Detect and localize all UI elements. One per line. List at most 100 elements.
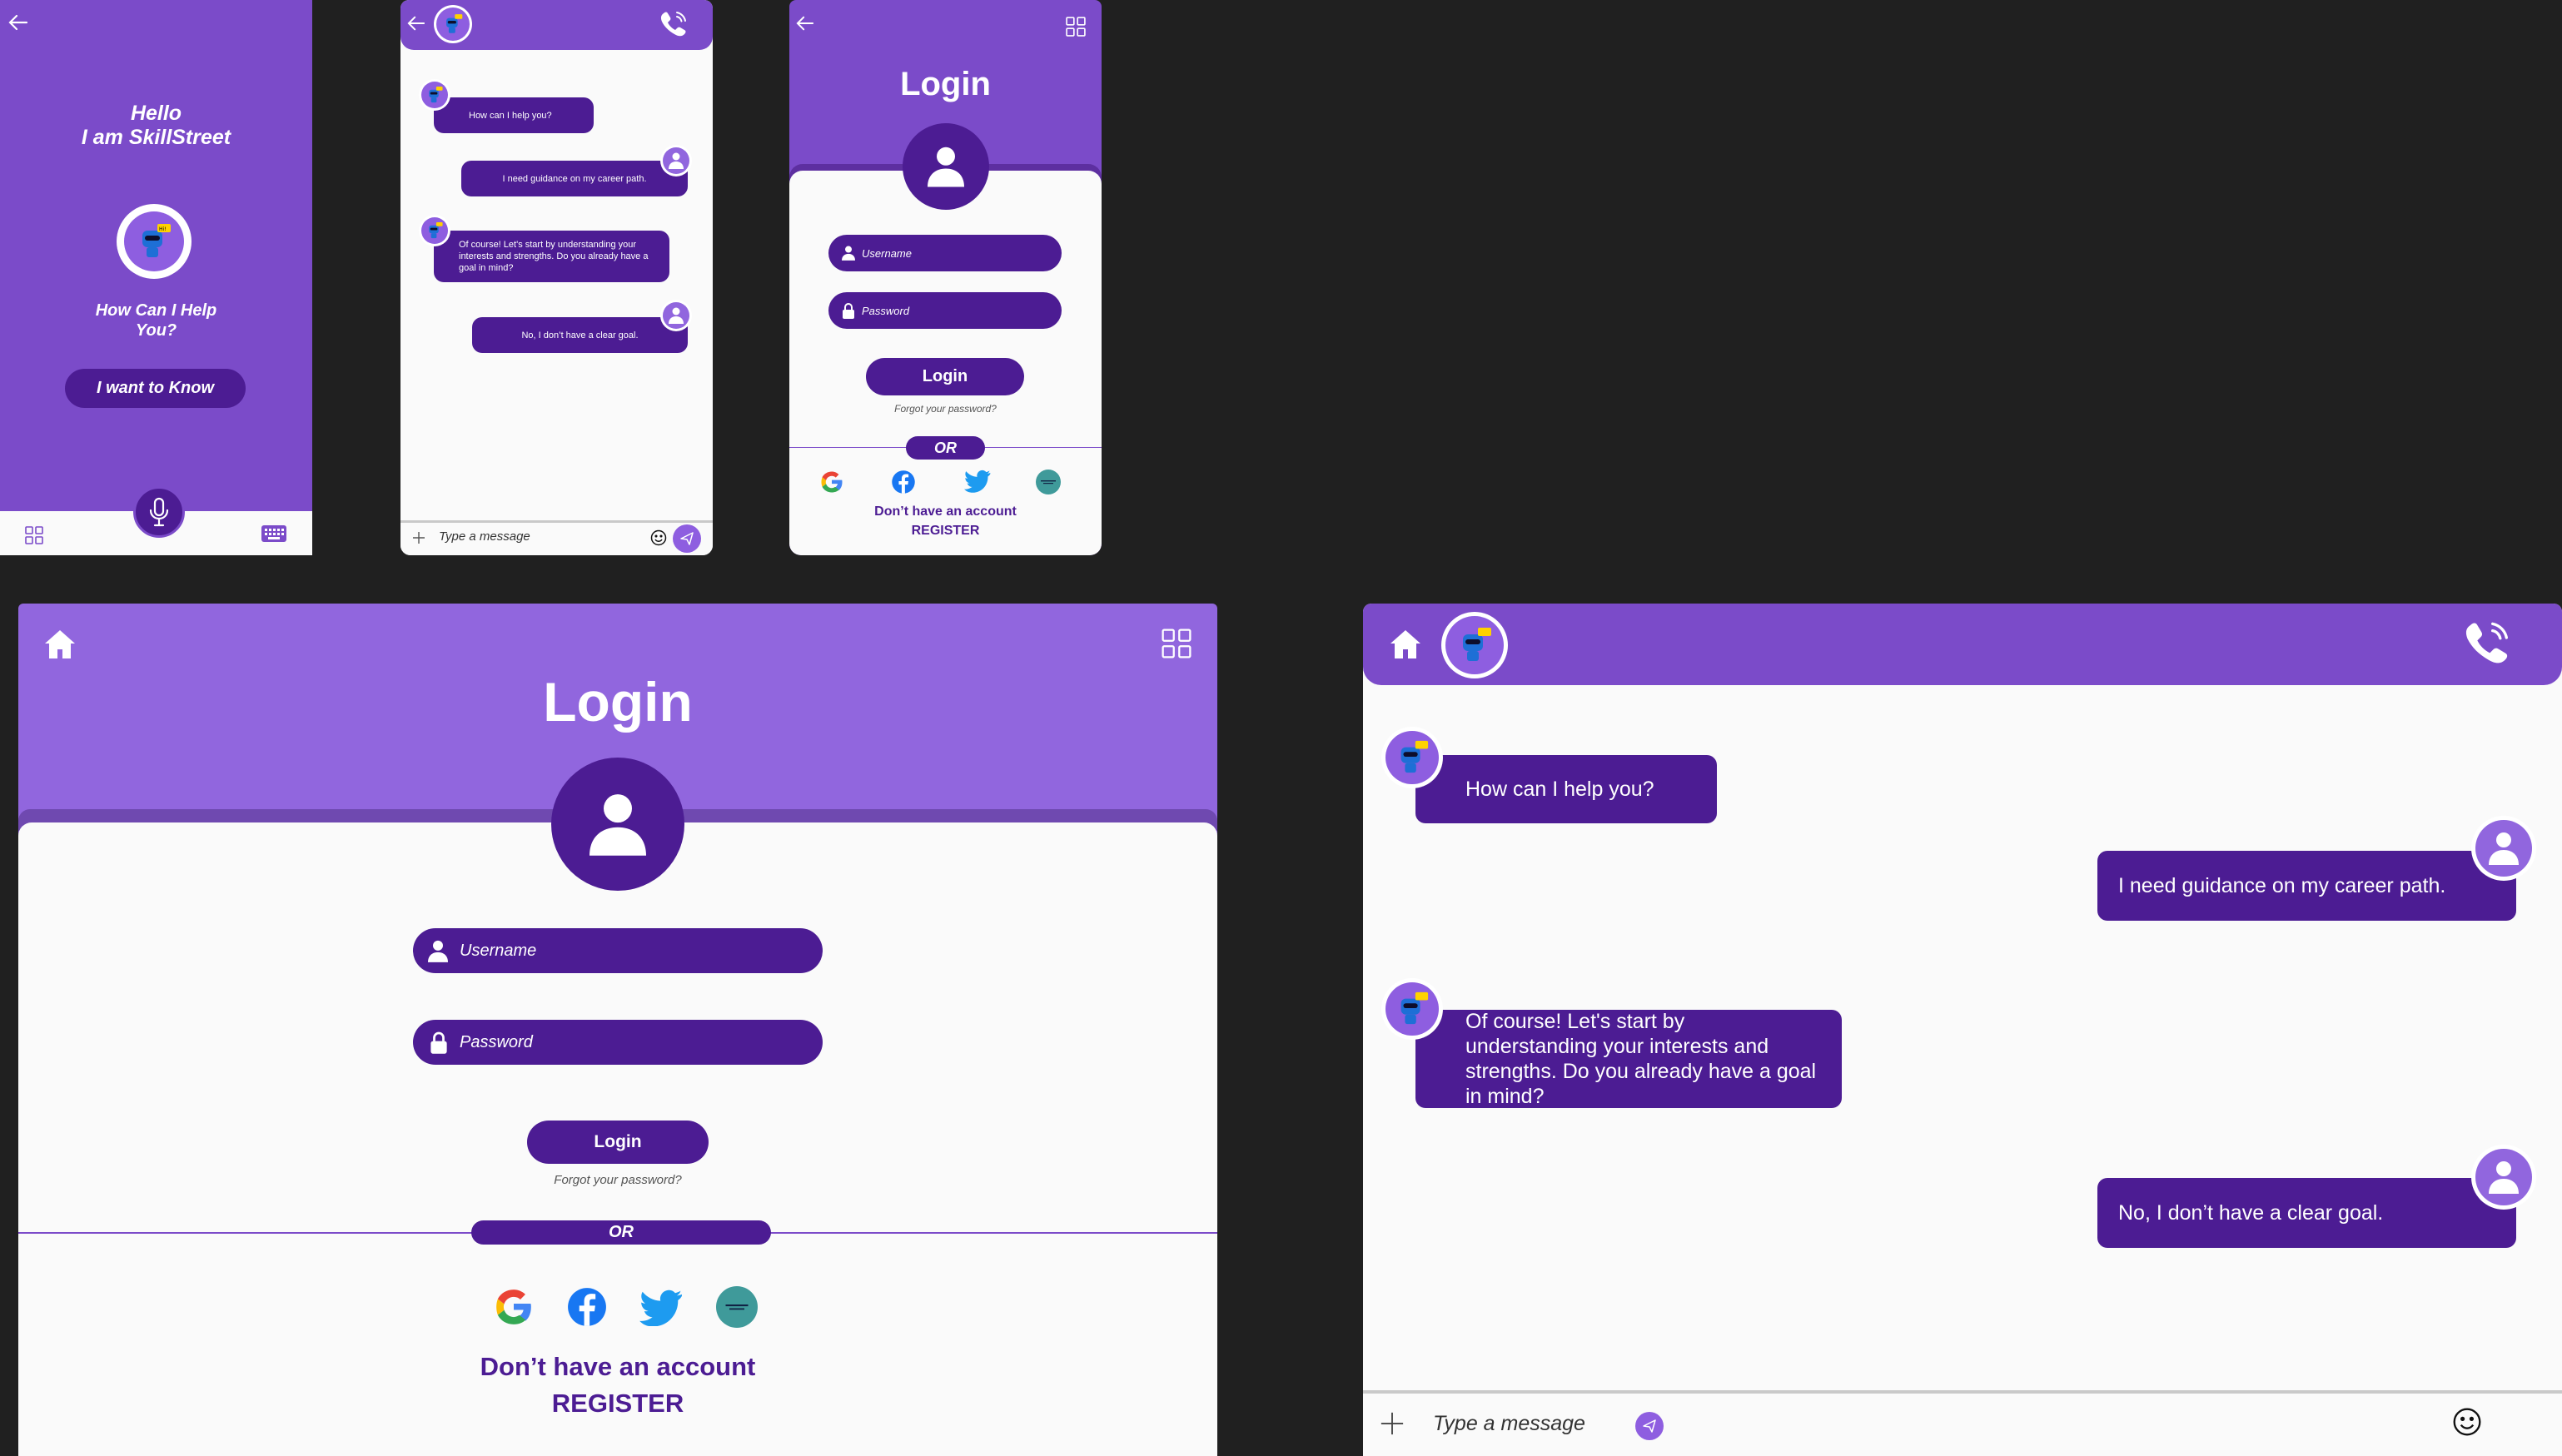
send-button[interactable] <box>673 524 701 553</box>
phone-call-icon[interactable] <box>659 10 689 37</box>
bot-avatar <box>1381 978 1443 1040</box>
bot-avatar <box>419 215 450 246</box>
skillstreet-icon[interactable] <box>1036 470 1061 494</box>
forgot-password-link[interactable]: Forgot your password? <box>18 1173 1217 1187</box>
profile-avatar <box>551 758 684 891</box>
lock-icon <box>842 302 855 319</box>
message-bubble-user: I need guidance on my career path. <box>2097 851 2516 921</box>
microphone-icon <box>148 497 170 527</box>
home-icon[interactable] <box>1388 629 1423 660</box>
skillstreet-icon[interactable] <box>716 1286 758 1328</box>
twitter-icon[interactable] <box>639 1290 683 1326</box>
message-bubble-bot: How can I help you? <box>1415 755 1717 823</box>
user-avatar <box>2471 816 2536 881</box>
robot-icon <box>1445 616 1504 674</box>
lock-icon <box>430 1031 448 1054</box>
password-placeholder: Password <box>460 1032 533 1051</box>
login-screen-desktop: Login Username Password Login Forgot you… <box>18 604 1217 1456</box>
twitter-icon[interactable] <box>964 470 991 493</box>
robot-icon: Hi! <box>124 211 184 271</box>
facebook-icon[interactable] <box>566 1286 608 1328</box>
robot-icon <box>421 217 448 244</box>
welcome-screen: Hello I am SkillStreet Hi! How Can I Hel… <box>0 0 312 555</box>
user-icon <box>2475 820 2532 877</box>
login-screen-mobile: Login Username Password Login Forgot you… <box>789 0 1102 555</box>
no-account-text: Don’t have an account <box>874 504 1017 519</box>
chat-header <box>1363 604 2562 685</box>
login-title: Login <box>543 671 693 733</box>
grid-icon[interactable] <box>1162 629 1191 658</box>
register-link[interactable]: REGISTER <box>18 1385 1217 1422</box>
back-arrow-icon[interactable] <box>407 15 425 32</box>
help-line-1: How Can I Help <box>95 301 217 320</box>
plus-icon[interactable] <box>412 531 425 544</box>
or-label: OR <box>906 436 985 460</box>
message-bubble-bot: Of course! Let's start by understanding … <box>434 231 669 282</box>
profile-avatar <box>903 123 989 210</box>
user-icon <box>663 302 689 329</box>
message-bubble-bot: How can I help you? <box>434 97 594 133</box>
back-arrow-icon[interactable] <box>796 15 814 32</box>
keyboard-icon[interactable] <box>261 525 286 542</box>
chat-header <box>400 0 713 50</box>
password-field[interactable]: Password <box>413 1020 823 1065</box>
user-icon <box>842 246 855 261</box>
send-button[interactable] <box>1635 1412 1664 1440</box>
bot-avatar <box>1381 727 1443 788</box>
home-icon[interactable] <box>43 629 77 660</box>
svg-text:Hi!: Hi! <box>159 226 167 232</box>
password-placeholder: Password <box>862 304 910 317</box>
robot-avatar <box>1441 612 1508 678</box>
grid-icon[interactable] <box>25 526 43 544</box>
user-icon <box>428 940 448 962</box>
robot-icon <box>1385 731 1439 784</box>
login-button[interactable]: Login <box>527 1121 709 1164</box>
help-prompt: How Can I Help You? <box>0 301 312 340</box>
robot-icon <box>1385 982 1439 1036</box>
message-bubble-user: I need guidance on my career path. <box>461 161 688 196</box>
greeting: Hello I am SkillStreet <box>0 102 312 150</box>
user-avatar <box>2471 1145 2536 1210</box>
help-line-2: You? <box>135 321 177 340</box>
message-input[interactable]: Type a message <box>1433 1412 1585 1436</box>
greeting-line-1: Hello <box>130 102 182 125</box>
greeting-line-2: I am SkillStreet <box>81 126 231 149</box>
message-bubble-user: No, I don’t have a clear goal. <box>2097 1178 2516 1248</box>
username-field[interactable]: Username <box>413 928 823 973</box>
login-button[interactable]: Login <box>866 358 1024 395</box>
send-icon <box>679 531 694 546</box>
grid-icon[interactable] <box>1066 17 1086 37</box>
robot-avatar: Hi! <box>117 204 192 279</box>
register-link[interactable]: REGISTER <box>789 521 1102 540</box>
i-want-to-know-button[interactable]: I want to Know <box>65 369 246 408</box>
user-avatar <box>660 300 692 331</box>
user-icon <box>590 790 646 858</box>
google-icon[interactable] <box>493 1286 535 1328</box>
robot-icon <box>421 82 448 108</box>
microphone-button[interactable] <box>133 486 185 538</box>
register-prompt: Don’t have an account REGISTER <box>18 1349 1217 1422</box>
facebook-icon[interactable] <box>891 470 916 494</box>
username-placeholder: Username <box>862 246 912 260</box>
send-icon <box>1642 1419 1657 1434</box>
username-placeholder: Username <box>460 941 537 960</box>
chat-screen-desktop: How can I help you? I need guidance on m… <box>1363 604 2562 1456</box>
forgot-password-link[interactable]: Forgot your password? <box>789 403 1102 415</box>
back-arrow-icon[interactable] <box>8 13 28 32</box>
emoji-icon[interactable] <box>650 529 667 546</box>
plus-icon[interactable] <box>1380 1411 1405 1436</box>
message-input[interactable]: Type a message <box>439 529 530 544</box>
user-avatar <box>660 145 692 176</box>
phone-call-icon[interactable] <box>2462 619 2512 665</box>
message-bubble-user: No, I don’t have a clear goal. <box>472 317 688 353</box>
username-field[interactable]: Username <box>828 235 1062 271</box>
register-prompt: Don’t have an account REGISTER <box>789 502 1102 540</box>
bot-avatar <box>419 79 450 111</box>
emoji-icon[interactable] <box>2452 1407 2482 1437</box>
robot-avatar <box>434 5 472 43</box>
password-field[interactable]: Password <box>828 292 1062 329</box>
google-icon[interactable] <box>819 470 844 494</box>
robot-icon <box>436 7 470 41</box>
user-icon <box>2475 1149 2532 1205</box>
message-bubble-bot: Of course! Let's start by understanding … <box>1415 1010 1842 1108</box>
